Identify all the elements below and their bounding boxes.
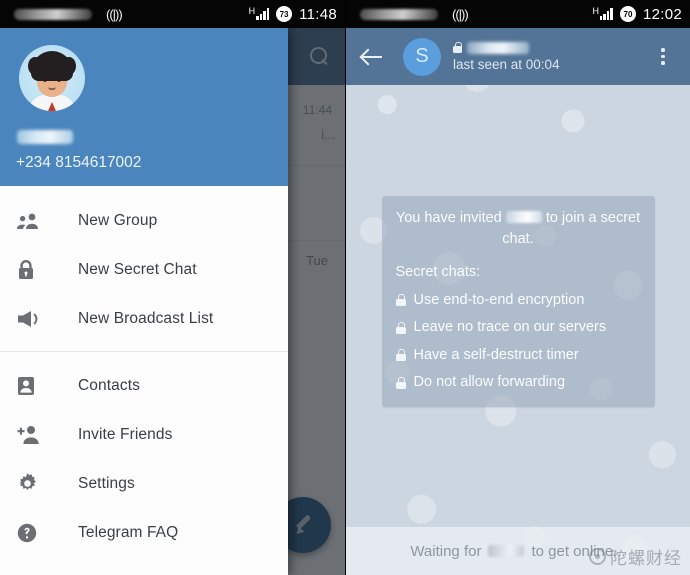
waiting-status-bar: Waiting for to get online... xyxy=(346,527,690,575)
left-status-bar: ((|)) H 73 11:48 xyxy=(0,0,345,28)
feature-label: Use end-to-end encryption xyxy=(413,291,585,308)
dual-screenshot: ((|)) H 73 11:48 11:44 i... Tue xyxy=(0,0,690,575)
feature-label: Do not allow forwarding xyxy=(413,374,566,391)
waiting-text-before: Waiting for xyxy=(410,542,482,560)
drawer-item-label: Telegram FAQ xyxy=(78,523,179,541)
avatar-hair xyxy=(28,51,76,81)
chat-header-info[interactable]: last seen at 00:04 xyxy=(453,39,652,74)
list-item: Use end-to-end encryption xyxy=(395,290,641,311)
lock-icon xyxy=(395,321,406,334)
avatar[interactable]: S xyxy=(403,37,441,76)
back-arrow-icon[interactable] xyxy=(362,48,384,66)
secret-chats-heading: Secret chats: xyxy=(395,264,481,281)
drawer-item-contacts[interactable]: Contacts xyxy=(0,361,288,410)
network-type-label: H xyxy=(248,6,256,16)
drawer-item-label: New Secret Chat xyxy=(78,260,197,278)
drawer-item-settings[interactable]: Settings xyxy=(0,459,288,508)
avatar[interactable] xyxy=(19,45,85,111)
service-message-intro: You have invited to join a secret chat. xyxy=(396,208,641,249)
chat-title-row xyxy=(453,39,652,56)
feature-label: Have a self-destruct timer xyxy=(413,346,579,363)
feature-label: Leave no trace on our servers xyxy=(413,319,607,336)
group-icon xyxy=(17,213,47,229)
account-phone-number: +234 8154617002 xyxy=(16,154,142,171)
list-item: Have a self-destruct timer xyxy=(395,345,641,366)
drawer-item-new-secret-chat[interactable]: New Secret Chat xyxy=(0,245,288,294)
network-type-label: H xyxy=(592,6,599,16)
drawer-divider xyxy=(0,351,288,352)
more-vertical-icon[interactable] xyxy=(652,46,674,68)
secret-chat-service-message: You have invited to join a secret chat. … xyxy=(381,196,655,408)
drawer-item-new-group[interactable]: New Group xyxy=(0,196,288,245)
carrier-name-blurred xyxy=(360,8,438,20)
intro-text-before: You have invited xyxy=(395,210,502,226)
status-bar-clock: 11:48 xyxy=(299,5,337,23)
battery-icon: 70 xyxy=(619,6,636,22)
contact-card-icon xyxy=(17,376,47,396)
lock-icon xyxy=(395,294,406,307)
account-name-blurred xyxy=(17,130,73,144)
status-bar-clock: 12:02 xyxy=(642,5,682,23)
contact-name-blurred xyxy=(467,41,529,54)
drawer-item-label: New Broadcast List xyxy=(78,309,214,327)
left-phone-panel: ((|)) H 73 11:48 11:44 i... Tue xyxy=(0,0,345,575)
signal-bars-icon xyxy=(256,8,270,20)
add-person-icon xyxy=(17,425,47,444)
contact-status: last seen at 00:04 xyxy=(453,57,560,72)
chat-header: S last seen at 00:04 xyxy=(346,28,690,85)
drawer-item-new-broadcast-list[interactable]: New Broadcast List xyxy=(0,294,288,343)
secret-chat-screen: S last seen at 00:04 You have invited to… xyxy=(346,28,690,575)
lock-icon xyxy=(17,259,47,280)
drawer-item-label: Contacts xyxy=(78,376,140,394)
megaphone-icon xyxy=(17,310,47,328)
signal-bars-icon xyxy=(599,8,613,20)
waiting-name-blurred xyxy=(488,545,525,557)
question-mark-icon xyxy=(17,523,47,543)
invited-name-blurred xyxy=(505,211,542,223)
wifi-icon: ((|)) xyxy=(106,6,123,22)
drawer-item-telegram-faq[interactable]: Telegram FAQ xyxy=(0,508,288,557)
drawer-header: +234 8154617002 xyxy=(0,28,288,186)
right-status-bar: ((|)) H 70 12:02 xyxy=(346,0,690,28)
drawer-item-label: New Group xyxy=(78,211,158,229)
lock-icon xyxy=(395,376,406,389)
lock-icon xyxy=(395,349,406,362)
secret-chat-feature-list: Use end-to-end encryption Leave no trace… xyxy=(395,290,641,393)
drawer-item-invite-friends[interactable]: Invite Friends xyxy=(0,410,288,459)
gear-icon xyxy=(17,473,47,494)
carrier-name-blurred xyxy=(14,8,92,20)
lock-icon xyxy=(453,42,462,53)
list-item: Leave no trace on our servers xyxy=(395,317,641,338)
wifi-icon: ((|)) xyxy=(452,6,469,22)
drawer-menu-top-group: New Group New Secret Chat New Broadcast … xyxy=(0,186,288,557)
message-area: You have invited to join a secret chat. … xyxy=(346,85,690,408)
list-item: Do not allow forwarding xyxy=(395,372,641,393)
battery-icon: 73 xyxy=(276,6,293,22)
right-phone-panel: ((|)) H 70 12:02 S last seen at 00:04 Yo… xyxy=(345,0,690,575)
drawer-item-label: Settings xyxy=(78,474,135,492)
navigation-drawer: +234 8154617002 New Group New Secret Cha… xyxy=(0,28,288,575)
waiting-text-after: to get online... xyxy=(531,542,626,560)
avatar-mouth xyxy=(48,87,56,90)
drawer-item-label: Invite Friends xyxy=(78,425,173,443)
